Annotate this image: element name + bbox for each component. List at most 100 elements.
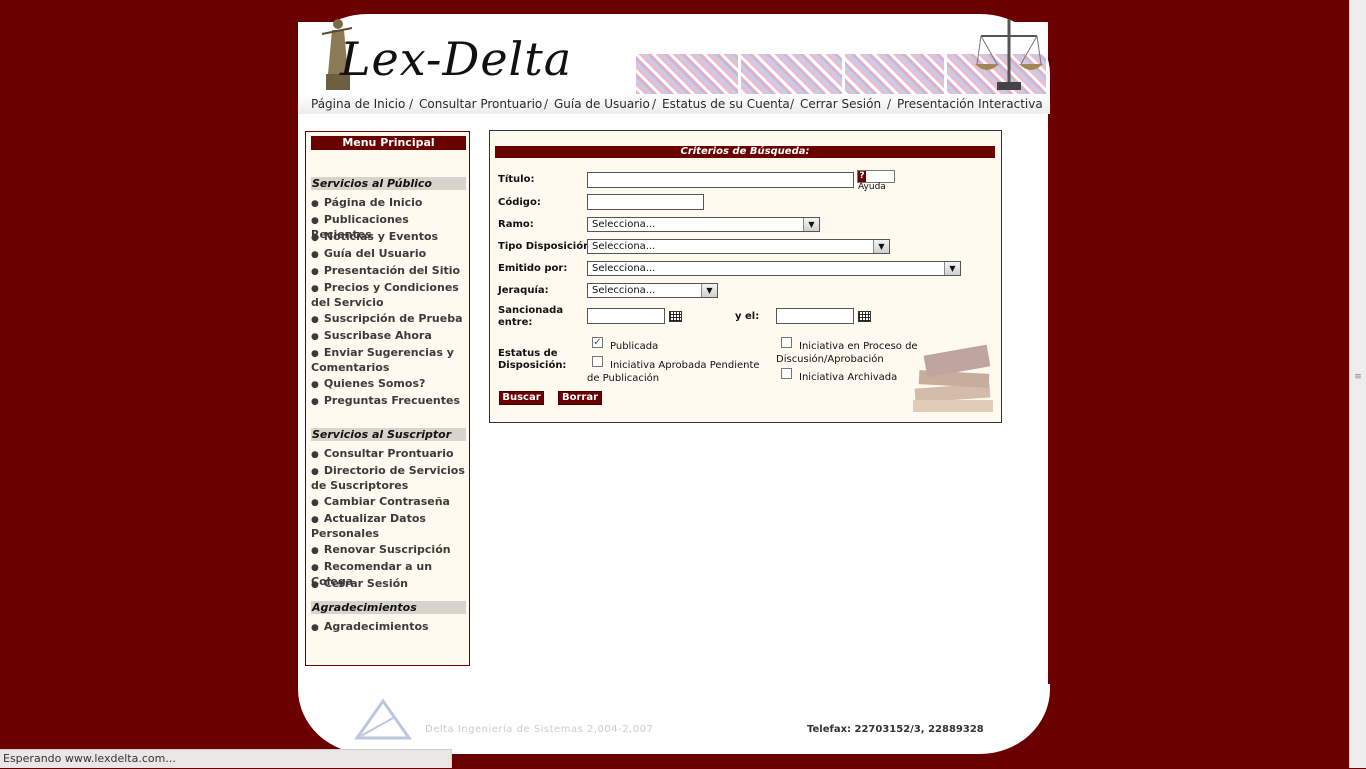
- codigo-label: Código:: [498, 197, 541, 208]
- menu-item-enviar-sugerencias[interactable]: ● Enviar Sugerencias y Comentarios: [311, 346, 469, 375]
- page-container: Lex-Delta Página de Inicio / Consultar P…: [297, 13, 1050, 769]
- sancionada-from-input[interactable]: [587, 308, 665, 324]
- menu-item-label: Suscripción de Prueba: [323, 312, 463, 325]
- ayuda-button[interactable]: ?Ayuda: [857, 170, 895, 192]
- nav-presentacion-interactiva[interactable]: Presentación Interactiva: [897, 97, 1043, 111]
- menu-item-precios-condiciones[interactable]: ● Precios y Condiciones del Servicio: [311, 281, 469, 310]
- menu-item-cambiar-contrasena[interactable]: ● Cambiar Contraseña: [311, 495, 469, 510]
- nav-estatus-de-su-cuenta[interactable]: Estatus de su Cuenta: [662, 97, 790, 111]
- scroll-grip-icon[interactable]: ≡: [1353, 370, 1363, 384]
- menu-item-noticias-eventos[interactable]: ● Noticias y Eventos: [311, 230, 469, 245]
- nav-guia-de-usuario[interactable]: Guía de Usuario: [554, 97, 650, 111]
- menu-item-cerrar-sesion[interactable]: ● Cerrar Sesión: [311, 577, 469, 592]
- menu-item-label: Renovar Suscripción: [323, 543, 451, 556]
- main-menu-sidebar: Menu Principal Servicios al Público ● Pág…: [305, 131, 470, 666]
- menu-item-suscripcion-prueba[interactable]: ● Suscripción de Prueba: [311, 312, 469, 327]
- menu-item-label: Guía del Usuario: [323, 247, 427, 260]
- jerarquia-label: Jeraquía:: [498, 285, 549, 296]
- menu-item-agradecimientos[interactable]: ● Agradecimientos: [311, 620, 469, 635]
- menu-item-label: Noticias y Eventos: [323, 230, 439, 243]
- publicada-checkbox[interactable]: ✓: [592, 337, 603, 348]
- estatus-disposicion-label: Disposición:: [498, 360, 567, 371]
- calendar-icon[interactable]: [669, 311, 682, 322]
- emitido-selected-value: Selecciona...: [592, 263, 656, 274]
- menu-title: Menu Principal: [311, 136, 466, 150]
- menu-item-label: Suscribase Ahora: [323, 329, 432, 342]
- menu-item-label: Directorio de Servicios de Suscriptores: [311, 464, 465, 492]
- menu-item-label: Quienes Somos?: [323, 377, 426, 390]
- chevron-down-icon[interactable]: ▼: [944, 262, 960, 275]
- menu-item-directorio-servicios[interactable]: ● Directorio de Servicios de Suscriptores: [311, 464, 469, 493]
- help-question-icon: ?: [858, 171, 866, 182]
- ayuda-label: Ayuda: [858, 182, 886, 192]
- estatus-label: Estatus de: [498, 348, 558, 359]
- menu-item-label: Página de Inicio: [323, 196, 423, 209]
- titulo-input[interactable]: [587, 172, 854, 188]
- tipo-selected-value: Selecciona...: [592, 241, 656, 252]
- sancionada-label: Sancionada: [498, 305, 564, 316]
- search-criteria-panel: Criterios de Búsqueda: Título: ?Ayuda Có…: [489, 130, 1002, 423]
- sancionada-to-input[interactable]: [776, 308, 854, 324]
- footer: Delta Ingeniería de Sistemas 2,004-2,007…: [298, 684, 1050, 754]
- archivada-label: Iniciativa Archivada: [799, 372, 898, 383]
- footer-company: Delta Ingeniería de Sistemas 2,004-2,007: [425, 724, 654, 735]
- jerarquia-selected-value: Selecciona...: [592, 285, 656, 296]
- menu-item-suscribase-ahora[interactable]: ● Suscribase Ahora: [311, 329, 469, 344]
- menu-item-label: Cerrar Sesión: [323, 577, 409, 590]
- menu-item-label: Consultar Prontuario: [323, 447, 454, 460]
- ramo-label: Ramo:: [498, 219, 534, 230]
- calendar-icon[interactable]: [858, 311, 871, 322]
- emitido-por-label: Emitido por:: [498, 263, 568, 274]
- menu-item-label: Cambiar Contraseña: [323, 495, 450, 508]
- delta-logo-icon: [354, 698, 412, 740]
- tipo-disposicion-label: Tipo Disposición:: [498, 241, 595, 252]
- chevron-down-icon[interactable]: ▼: [803, 218, 819, 231]
- panel-title: Criterios de Búsqueda:: [495, 146, 995, 158]
- en-proceso-label: Iniciativa en Proceso de Discusión/Aprob…: [776, 341, 918, 365]
- nav-consultar-prontuario[interactable]: Consultar Prontuario: [419, 97, 542, 111]
- codigo-input[interactable]: [587, 194, 704, 210]
- menu-item-actualizar-datos[interactable]: ● Actualizar Datos Personales: [311, 512, 469, 541]
- browser-status-bar: Esperando www.lexdelta.com...: [0, 749, 452, 768]
- vertical-scrollbar[interactable]: ≡: [1349, 0, 1366, 768]
- menu-item-pagina-inicio[interactable]: ● Página de Inicio: [311, 196, 469, 211]
- menu-item-renovar-suscripcion[interactable]: ● Renovar Suscripción: [311, 543, 469, 558]
- menu-item-label: Agradecimientos: [323, 620, 429, 633]
- y-el-label: y el:: [735, 311, 760, 322]
- site-header: Lex-Delta Página de Inicio / Consultar P…: [298, 14, 1050, 114]
- menu-item-quienes-somos[interactable]: ● Quienes Somos?: [311, 377, 469, 392]
- menu-item-presentacion-sitio[interactable]: ● Presentación del Sitio: [311, 264, 469, 279]
- footer-phone: Telefax: 22703152/3, 22889328: [807, 724, 984, 735]
- buscar-button[interactable]: Buscar: [499, 391, 544, 405]
- menu-item-label: Presentación del Sitio: [323, 264, 461, 277]
- chevron-down-icon[interactable]: ▼: [873, 240, 889, 253]
- nav-pagina-de-inicio[interactable]: Página de Inicio: [311, 97, 405, 111]
- nav-separator: /: [409, 97, 414, 111]
- chevron-down-icon[interactable]: ▼: [701, 284, 717, 297]
- archivada-checkbox[interactable]: [781, 368, 792, 379]
- menu-item-label: Precios y Condiciones del Servicio: [311, 281, 459, 309]
- top-navigation: Página de Inicio / Consultar Prontuario …: [298, 94, 1050, 114]
- section-servicios-publico: Servicios al Público: [311, 177, 466, 190]
- site-logo[interactable]: Lex-Delta: [340, 32, 572, 86]
- nav-cerrar-sesion[interactable]: Cerrar Sesión: [800, 97, 881, 111]
- ramo-selected-value: Selecciona...: [592, 219, 656, 230]
- menu-item-guia-usuario[interactable]: ● Guía del Usuario: [311, 247, 469, 262]
- menu-item-label: Actualizar Datos Personales: [311, 512, 426, 540]
- nav-separator: /: [887, 97, 892, 111]
- ramo-select[interactable]: Selecciona... ▼: [587, 217, 820, 232]
- balance-scale-icon: [975, 19, 1043, 90]
- section-servicios-suscriptor: Servicios al Suscriptor: [311, 428, 466, 441]
- aprobada-pendiente-label: Iniciativa Aprobada Pendiente de Publica…: [587, 360, 760, 384]
- emitido-por-select[interactable]: Selecciona... ▼: [587, 261, 961, 276]
- borrar-button[interactable]: Borrar: [558, 391, 602, 405]
- nav-separator: /: [652, 97, 657, 111]
- titulo-label: Título:: [498, 174, 535, 185]
- menu-item-preguntas-frecuentes[interactable]: ● Preguntas Frecuentes: [311, 394, 469, 409]
- tipo-disposicion-select[interactable]: Selecciona... ▼: [587, 239, 890, 254]
- menu-item-consultar-prontuario[interactable]: ● Consultar Prontuario: [311, 447, 469, 462]
- publicada-label: Publicada: [610, 341, 659, 352]
- sancionada-entre-label: entre:: [498, 317, 533, 328]
- jerarquia-select[interactable]: Selecciona... ▼: [587, 283, 718, 298]
- menu-item-label: Preguntas Frecuentes: [323, 394, 461, 407]
